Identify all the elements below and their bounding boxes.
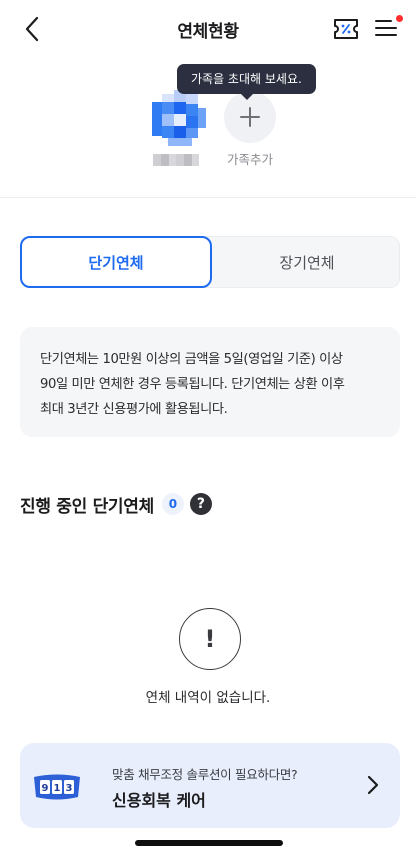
coupon-icon	[334, 19, 358, 39]
add-family-label: 가족추가	[226, 152, 273, 167]
exclamation-icon: !	[179, 608, 241, 670]
tab-long-term[interactable]: 장기연체	[213, 237, 401, 287]
help-icon[interactable]: ?	[189, 493, 212, 515]
counter-digit: 1	[54, 783, 61, 794]
plus-icon	[240, 107, 260, 127]
info-line: 단기연체는 10만원 이상의 금액을 5일(영업일 기준) 이상	[40, 352, 343, 367]
delinquency-tabs: 단기연체 장기연체	[20, 236, 400, 288]
family-section: 가족추가 가족을 초대해 보세요.	[0, 58, 416, 198]
banner-title: 신용회복 케어	[112, 791, 206, 810]
tooltip-text: 가족을 초대해 보세요.	[191, 72, 302, 86]
info-line: 90일 미만 연체한 경우 등록됩니다. 단기연체는 상환 이후	[40, 377, 345, 392]
avatar-name-blurred	[153, 154, 199, 166]
section-title: 진행 중인 단기연체	[20, 496, 154, 517]
empty-state-text: 연체 내역이 없습니다.	[145, 690, 271, 706]
count-badge: 0	[161, 493, 184, 515]
counter-digit: 9	[42, 783, 49, 794]
invite-family-tooltip: 가족을 초대해 보세요.	[177, 64, 316, 100]
tooltip-arrow	[241, 94, 253, 100]
avatar[interactable]	[150, 88, 210, 148]
avatar-pixelated-image	[152, 90, 206, 146]
tab-short-term[interactable]: 단기연체	[20, 236, 212, 288]
chevron-right-icon	[367, 775, 379, 795]
banner-subtitle: 맞춤 채무조정 솔루션이 필요하다면?	[112, 767, 298, 782]
info-line: 최대 3년간 신용평가에 활용됩니다.	[40, 402, 228, 417]
counter-digit: 3	[66, 783, 73, 794]
home-indicator	[135, 840, 283, 846]
app-header: 연체현황	[0, 0, 416, 58]
coupon-button[interactable]	[330, 14, 362, 44]
notification-dot	[396, 15, 403, 22]
section-header: 진행 중인 단기연체 0 ?	[20, 490, 212, 518]
info-box: 단기연체는 10만원 이상의 금액을 5일(영업일 기준) 이상 90일 미만 …	[20, 327, 400, 437]
menu-button[interactable]	[374, 13, 404, 43]
counter-illustration-icon: 9 1 3	[34, 774, 80, 800]
credit-recovery-banner[interactable]: 9 1 3 맞춤 채무조정 솔루션이 필요하다면? 신용회복 케어	[20, 743, 400, 828]
